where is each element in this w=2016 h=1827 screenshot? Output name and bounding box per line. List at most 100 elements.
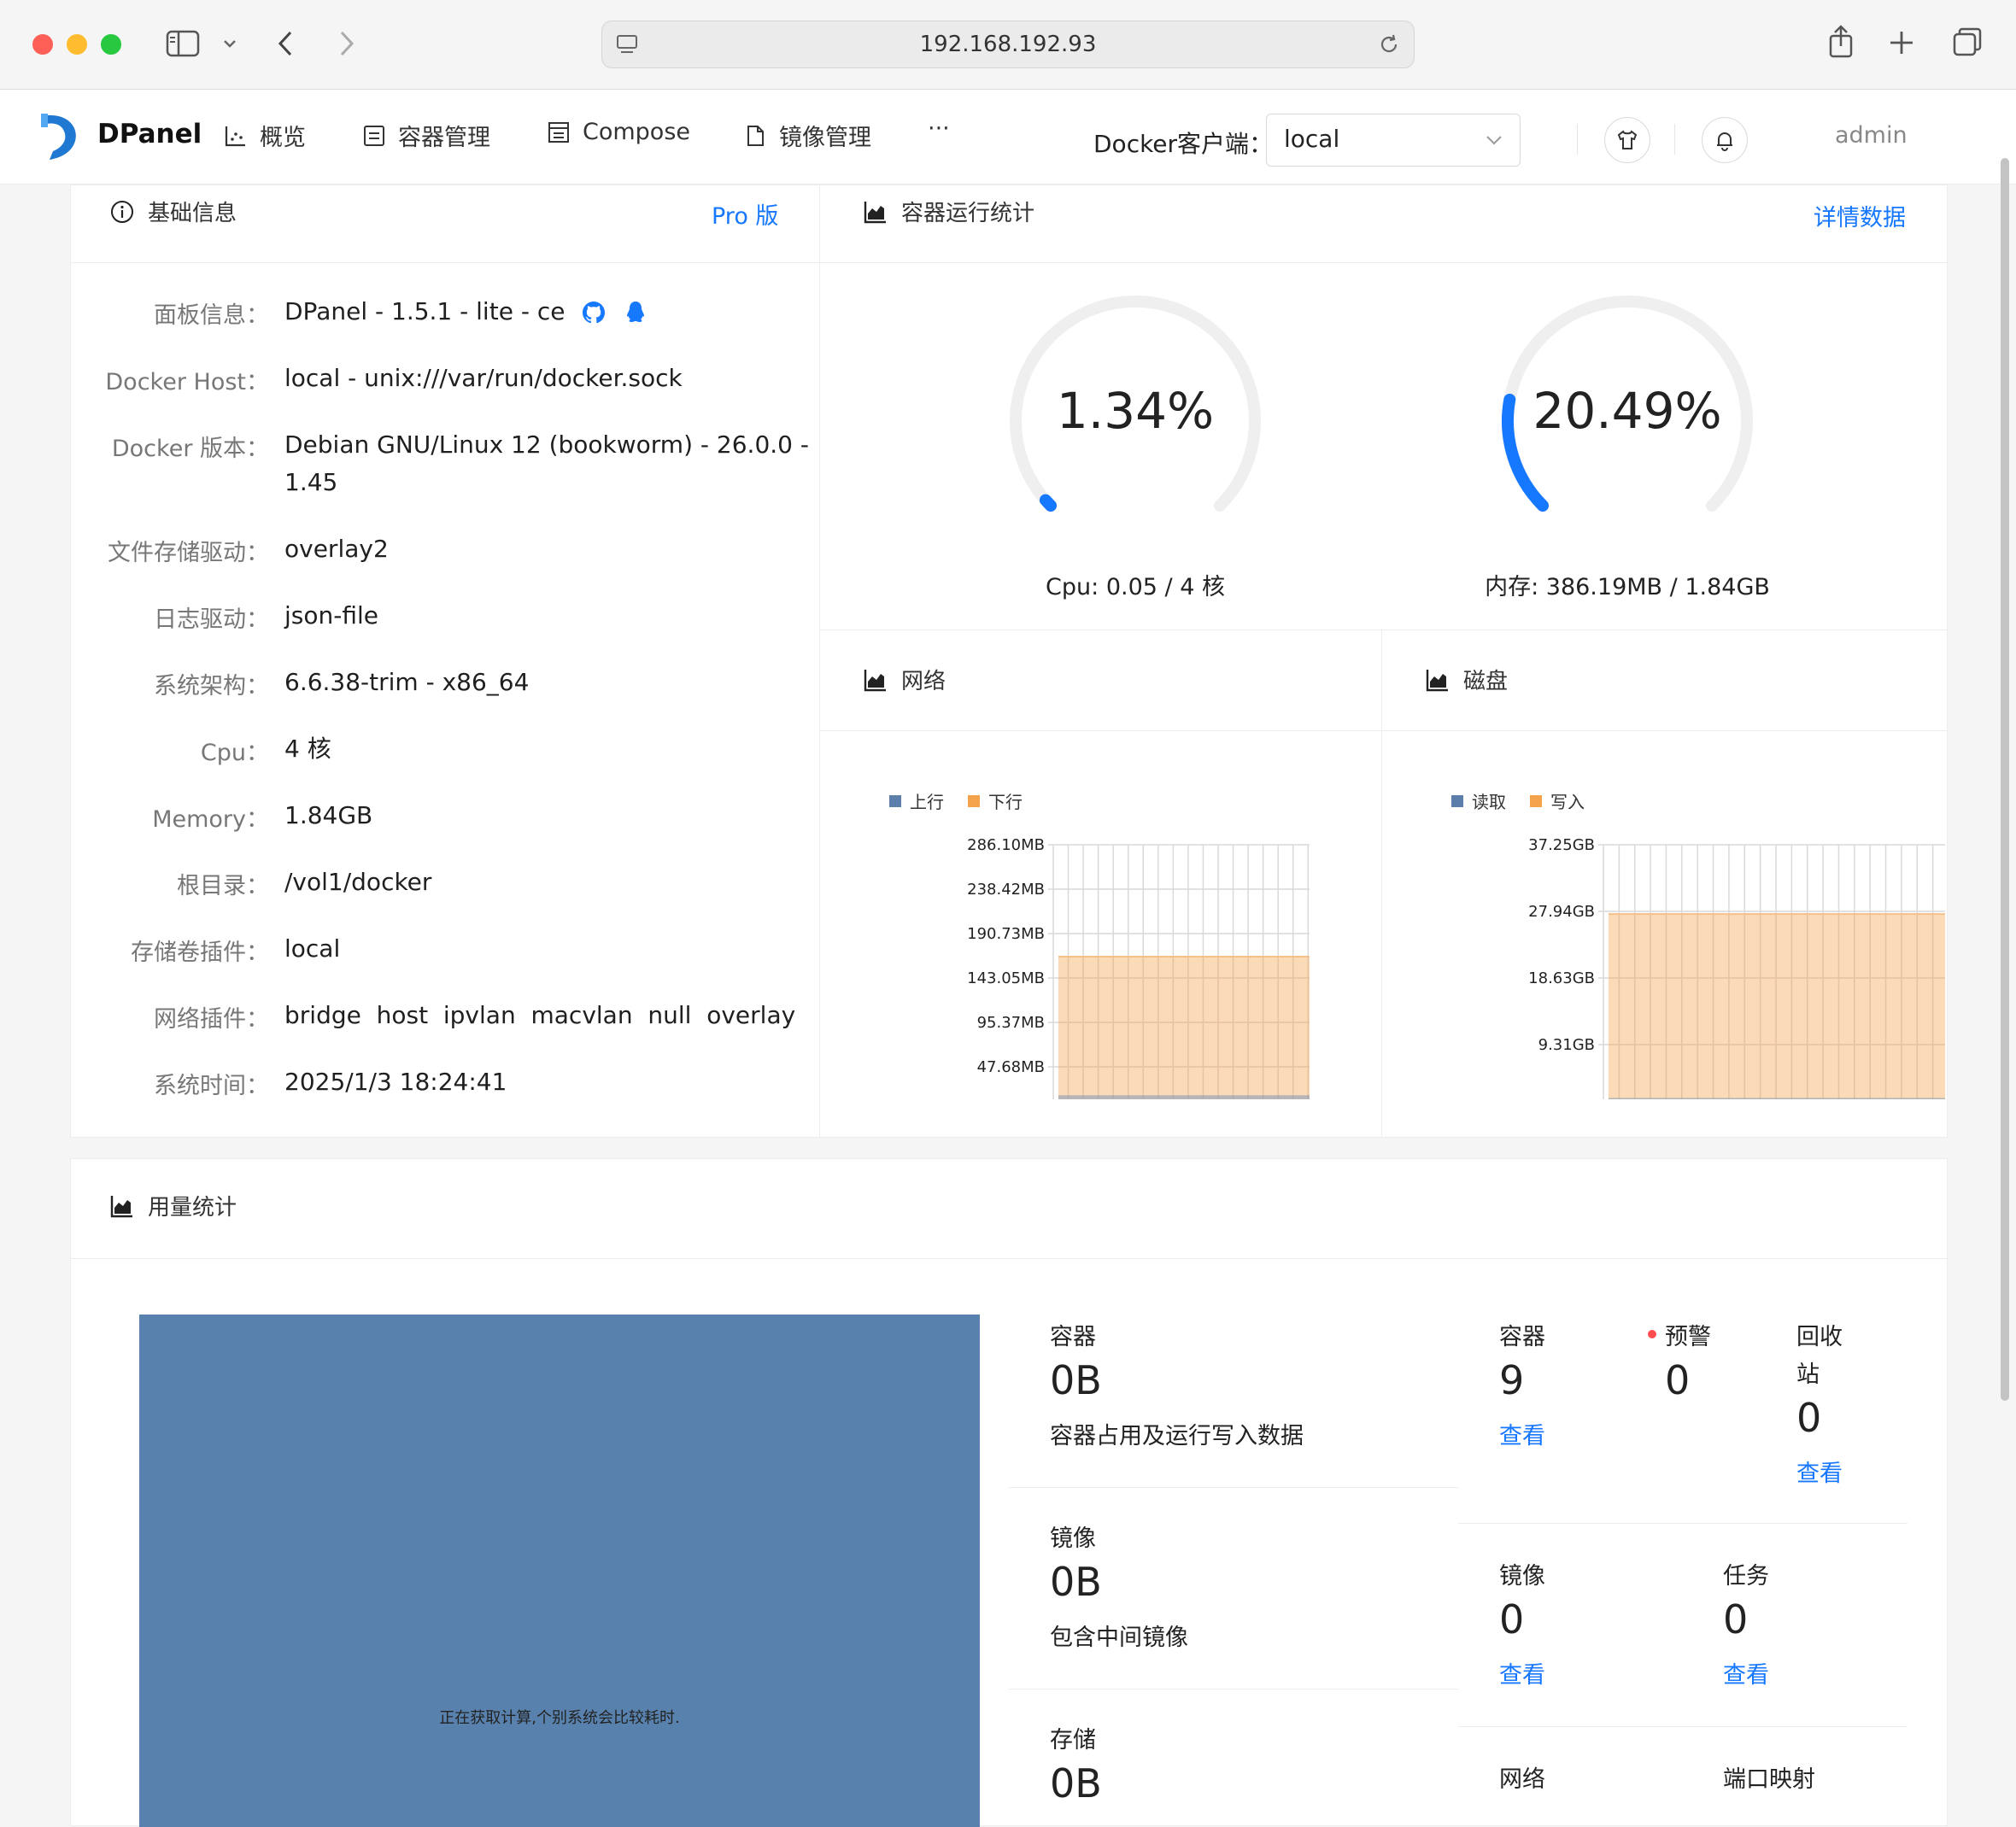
legend-swatch-down (968, 794, 980, 807)
area-chart-icon (864, 669, 886, 691)
qq-icon[interactable] (624, 300, 647, 325)
legend-write-label[interactable]: 写入 (1550, 788, 1585, 813)
info-value: /vol1/docker (284, 868, 432, 896)
divider (1381, 629, 1382, 1137)
image-size-desc: 包含中间镜像 (1050, 1625, 1188, 1651)
docker-client-select[interactable]: local (1266, 114, 1521, 167)
basic-info-title: 基础信息 (110, 196, 237, 227)
close-window-button[interactable] (32, 34, 53, 55)
legend-read-label[interactable]: 读取 (1472, 788, 1506, 813)
image-size-value: 0B (1050, 1559, 1102, 1605)
file-icon (747, 125, 764, 146)
dashboard-icon (225, 126, 245, 146)
github-icon[interactable] (581, 300, 607, 325)
area-series-2 (1058, 957, 1310, 1099)
pro-version-link[interactable]: Pro 版 (712, 197, 778, 231)
port-mapping-label: 端口映射 (1723, 1766, 1815, 1793)
recycle-label-2: 站 (1796, 1361, 1820, 1388)
share-icon[interactable] (1826, 24, 1855, 60)
docker-client-value: local (1284, 125, 1340, 153)
task-value: 0 (1723, 1596, 1749, 1643)
container-size-label: 容器 (1050, 1324, 1096, 1350)
back-icon[interactable] (275, 29, 296, 58)
app-header: DPanel 概览 容器管理 Compose 镜像管理 ··· Docker客户… (0, 90, 2016, 184)
url-text: 192.168.192.93 (919, 32, 1097, 57)
warning-label: 预警 (1665, 1324, 1711, 1350)
cpu-usage-label: Cpu: 0.05 / 4 核 (1046, 574, 1225, 600)
browser-toolbar: 192.168.192.93 (0, 0, 2016, 90)
info-value: json-file (284, 601, 378, 629)
page-scrollbar[interactable] (2001, 158, 2009, 1401)
new-tab-icon[interactable] (1888, 29, 1915, 56)
divider (1009, 1487, 1458, 1488)
legend-swatch-write (1530, 794, 1542, 807)
usage-title: 用量统计 (110, 1190, 237, 1221)
nav-compose[interactable]: Compose (547, 119, 690, 145)
divider (1458, 1726, 1908, 1727)
info-label: 日志驱动： (154, 606, 269, 633)
warning-dot (1648, 1330, 1656, 1338)
chevron-down-icon (1486, 136, 1502, 145)
info-label: 存储卷插件： (131, 940, 269, 966)
address-bar[interactable]: 192.168.192.93 (601, 20, 1415, 68)
legend-down-label[interactable]: 下行 (988, 788, 1023, 813)
usage-treemap[interactable]: 正在获取计算,个别系统会比较耗时. (139, 1315, 980, 1827)
image-view-link[interactable]: 查看 (1499, 1656, 1545, 1689)
recycle-view-link[interactable]: 查看 (1796, 1455, 1843, 1488)
divider (819, 262, 1947, 263)
info-label: 系统时间： (154, 1073, 269, 1099)
chevron-down-icon[interactable] (220, 34, 239, 53)
area-series-1 (1058, 1095, 1310, 1099)
network-title: 网络 (864, 664, 946, 695)
sidebar-toggle-icon[interactable] (166, 29, 200, 58)
brand-name[interactable]: DPanel (97, 119, 202, 149)
y-tick-label: 47.68MB (977, 1058, 1045, 1076)
zoom-window-button[interactable] (101, 34, 121, 55)
info-value: bridge host ipvlan macvlan null overlay (284, 1001, 796, 1029)
info-label: Docker Host： (105, 369, 269, 395)
info-label: 系统架构： (154, 673, 269, 700)
compose-icon (548, 121, 569, 143)
y-tick-label: 190.73MB (967, 925, 1045, 943)
reload-icon[interactable] (1376, 32, 1402, 57)
usage-card: 用量统计 正在获取计算,个别系统会比较耗时. 容器 0B 容器占用及运行写入数据… (70, 1158, 1948, 1827)
y-tick-label: 27.94GB (1528, 903, 1595, 921)
divider (819, 730, 1947, 731)
overview-card: 基础信息 Pro 版 面板信息： DPanel - 1.5.1 - lite -… (70, 184, 1948, 1138)
legend-swatch-read (1451, 794, 1463, 807)
treemap-loading-text: 正在获取计算,个别系统会比较耗时. (439, 1709, 680, 1727)
nav-more[interactable]: ··· (928, 115, 950, 142)
legend-up-label[interactable]: 上行 (910, 788, 944, 813)
notification-button[interactable] (1702, 117, 1748, 163)
container-stats-title-text: 容器运行统计 (901, 201, 1035, 226)
task-view-link[interactable]: 查看 (1723, 1656, 1769, 1689)
minimize-window-button[interactable] (67, 34, 87, 55)
divider (71, 1258, 1947, 1259)
nav-overview[interactable]: 概览 (224, 119, 306, 152)
info-value: local (284, 934, 341, 963)
area-chart-icon (864, 201, 886, 223)
network-count-label: 网络 (1499, 1766, 1545, 1793)
shirt-icon (1617, 130, 1638, 149)
network-title-text: 网络 (901, 669, 946, 694)
info-value: Debian GNU/Linux 12 (bookworm) - 26.0.0 … (284, 430, 809, 459)
container-view-link[interactable]: 查看 (1499, 1417, 1545, 1450)
user-menu[interactable]: admin (1835, 122, 1908, 149)
info-label: 面板信息： (154, 302, 269, 329)
info-value: 2025/1/3 18:24:41 (284, 1068, 507, 1096)
detail-data-link[interactable]: 详情数据 (1814, 199, 1906, 232)
info-label: 根目录： (177, 873, 269, 899)
nav-containers[interactable]: 容器管理 (362, 119, 490, 152)
nav-images[interactable]: 镜像管理 (743, 119, 871, 152)
theme-button[interactable] (1604, 117, 1650, 163)
forward-icon[interactable] (337, 29, 357, 58)
bell-icon (1717, 132, 1732, 151)
divider (71, 262, 819, 263)
divider (1458, 1523, 1908, 1524)
usage-title-text: 用量统计 (148, 1195, 237, 1221)
tab-overview-icon[interactable] (1951, 26, 1984, 58)
cpu-percent: 1.34% (1056, 382, 1215, 440)
info-icon (111, 200, 133, 223)
dpanel-logo-icon[interactable] (38, 110, 80, 165)
memory-percent: 20.49% (1533, 382, 1722, 440)
